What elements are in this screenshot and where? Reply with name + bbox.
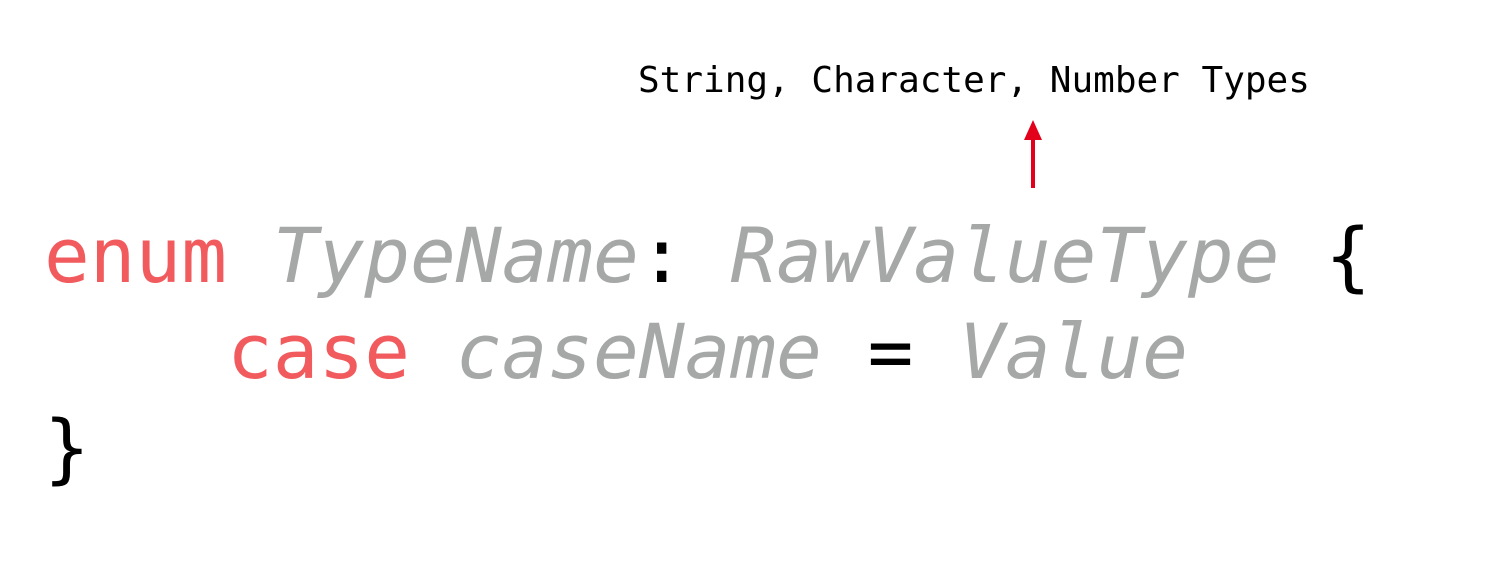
raw-value-type-annotation: String, Character, Number Types [638,60,1310,101]
case-declaration-line: case caseName = Value [44,304,1188,400]
value-placeholder: Value [959,307,1188,396]
case-name-placeholder: caseName [455,307,822,396]
annotation-arrow-icon [1024,120,1042,188]
case-keyword: case [227,307,411,396]
closing-line: } [44,400,90,496]
equals-symbol: = [867,307,914,396]
enum-keyword: enum [44,211,228,300]
enum-declaration-line: enum TypeName: RawValueType { [44,208,1371,304]
type-name-placeholder: TypeName [272,211,639,300]
colon-symbol: : [638,211,685,300]
close-brace: } [44,403,90,492]
raw-value-type-placeholder: RawValueType [730,211,1280,300]
open-brace: { [1325,211,1371,300]
